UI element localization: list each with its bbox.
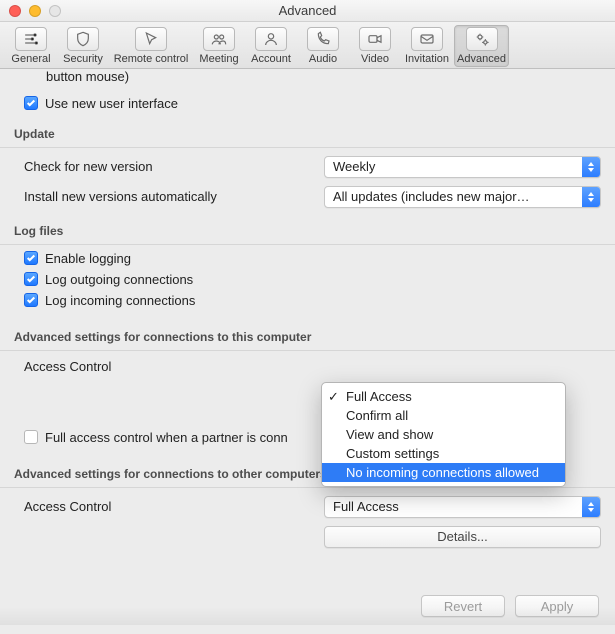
- section-logfiles-title: Log files: [14, 224, 601, 238]
- menu-item-full-access[interactable]: ✓ Full Access: [322, 387, 565, 406]
- combo-value: Full Access: [333, 499, 399, 514]
- checkbox-full-access-partner[interactable]: [24, 430, 38, 444]
- toolbar-label: Account: [251, 53, 291, 65]
- menu-item-confirm-all[interactable]: Confirm all: [322, 406, 565, 425]
- checkbox-new-ui[interactable]: [24, 96, 38, 110]
- menu-item-view-show[interactable]: View and show: [322, 425, 565, 444]
- revert-button[interactable]: Revert: [421, 595, 505, 617]
- content-pane: button mouse) Use new user interface Upd…: [0, 68, 615, 625]
- toolbar-item-invitation[interactable]: Invitation: [402, 25, 452, 67]
- menu-item-label: View and show: [346, 427, 433, 442]
- combo-access-control-other[interactable]: Full Access: [324, 496, 601, 518]
- combo-value: Weekly: [333, 159, 375, 174]
- access-control-menu[interactable]: ✓ Full Access Confirm all View and show …: [321, 382, 566, 487]
- section-adv-this-title: Advanced settings for connections to thi…: [14, 330, 601, 344]
- truncated-option: button mouse): [14, 68, 601, 86]
- checkbox-label: Log incoming connections: [45, 293, 195, 308]
- user-icon: [263, 31, 279, 47]
- apply-button[interactable]: Apply: [515, 595, 599, 617]
- checkbox-row-new-ui[interactable]: Use new user interface: [24, 96, 601, 111]
- combo-value: All updates (includes new major…: [333, 189, 530, 204]
- checkbox-enable-logging[interactable]: [24, 251, 38, 265]
- chevron-updown-icon: [582, 497, 600, 517]
- toolbar-item-video[interactable]: Video: [350, 25, 400, 67]
- chevron-updown-icon: [582, 157, 600, 177]
- toolbar-label: Audio: [309, 53, 337, 65]
- checkbox-label: Enable logging: [45, 251, 131, 266]
- titlebar: Advanced: [0, 0, 615, 22]
- toolbar-label: Meeting: [199, 53, 238, 65]
- toolbar-item-security[interactable]: Security: [58, 25, 108, 67]
- toolbar-label: Video: [361, 53, 389, 65]
- envelope-icon: [419, 31, 435, 47]
- shield-icon: [75, 31, 91, 47]
- chevron-updown-icon: [582, 187, 600, 207]
- checkbox-log-outgoing[interactable]: [24, 272, 38, 286]
- sliders-icon: [23, 31, 39, 47]
- toolbar-item-audio[interactable]: Audio: [298, 25, 348, 67]
- people-icon: [211, 31, 227, 47]
- cursor-icon: [143, 31, 159, 47]
- preferences-toolbar: General Security Remote control Meeting …: [0, 22, 615, 69]
- toolbar-item-general[interactable]: General: [6, 25, 56, 67]
- menu-item-label: Confirm all: [346, 408, 408, 423]
- toolbar-label: General: [11, 53, 50, 65]
- label-install-auto: Install new versions automatically: [24, 189, 324, 204]
- button-label: Details...: [437, 529, 488, 544]
- toolbar-item-advanced[interactable]: Advanced: [454, 25, 509, 67]
- combo-check-version[interactable]: Weekly: [324, 156, 601, 178]
- checkbox-row-log-incoming[interactable]: Log incoming connections: [24, 293, 601, 308]
- menu-item-no-incoming[interactable]: No incoming connections allowed: [322, 463, 565, 482]
- toolbar-item-meeting[interactable]: Meeting: [194, 25, 244, 67]
- footer-buttons: Revert Apply: [421, 595, 599, 617]
- checkbox-row-enable-logging[interactable]: Enable logging: [24, 251, 601, 266]
- checkbox-row-log-outgoing[interactable]: Log outgoing connections: [24, 272, 601, 287]
- gears-icon: [474, 31, 490, 47]
- window-title: Advanced: [0, 3, 615, 18]
- toolbar-item-remote-control[interactable]: Remote control: [110, 25, 192, 67]
- label-check-version: Check for new version: [24, 159, 324, 174]
- details-button[interactable]: Details...: [324, 526, 601, 548]
- checkbox-log-incoming[interactable]: [24, 293, 38, 307]
- truncated-line: button mouse): [46, 69, 129, 84]
- toolbar-item-account[interactable]: Account: [246, 25, 296, 67]
- combo-install-auto[interactable]: All updates (includes new major…: [324, 186, 601, 208]
- checkbox-label: Use new user interface: [45, 96, 178, 111]
- menu-item-label: Full Access: [346, 389, 412, 404]
- video-icon: [367, 31, 383, 47]
- button-label: Revert: [444, 599, 482, 614]
- check-icon: ✓: [328, 389, 339, 405]
- toolbar-label: Advanced: [457, 53, 506, 65]
- checkbox-label: Log outgoing connections: [45, 272, 193, 287]
- menu-item-label: No incoming connections allowed: [346, 465, 539, 480]
- toolbar-label: Invitation: [405, 53, 449, 65]
- button-label: Apply: [541, 599, 574, 614]
- label-access-control-other: Access Control: [24, 499, 324, 514]
- menu-item-label: Custom settings: [346, 446, 439, 461]
- menu-item-custom-settings[interactable]: Custom settings: [322, 444, 565, 463]
- phone-icon: [315, 31, 331, 47]
- checkbox-label: Full access control when a partner is co…: [45, 430, 288, 445]
- toolbar-label: Security: [63, 53, 103, 65]
- label-access-control-this: Access Control: [24, 359, 324, 374]
- toolbar-label: Remote control: [114, 53, 189, 65]
- section-update-title: Update: [14, 127, 601, 141]
